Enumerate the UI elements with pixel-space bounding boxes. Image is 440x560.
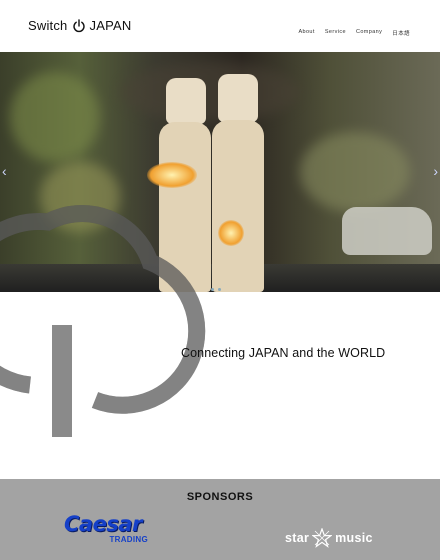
caesar-logo-sub: TRADING	[109, 535, 148, 544]
bulb-glow	[147, 162, 197, 188]
slider-next-arrow[interactable]: ›	[424, 164, 438, 178]
hero-bokeh	[40, 162, 120, 232]
logo-text-left: Switch	[28, 18, 68, 33]
hero-bokeh	[120, 62, 300, 122]
lamp-figure-left-body	[159, 122, 211, 292]
hero-slider: ‹ ›	[0, 52, 440, 292]
hero-bokeh	[300, 132, 410, 212]
sponsors-heading: SPONSORS	[186, 491, 254, 503]
hero-car	[342, 207, 432, 255]
slider-dots[interactable]	[211, 288, 221, 291]
nav-company[interactable]: Company	[356, 29, 382, 37]
site-header: Switch JAPAN About Service Company 日本語	[0, 0, 440, 52]
star-icon	[312, 528, 333, 548]
starmusic-right: music	[335, 531, 373, 545]
slider-prev-arrow[interactable]: ‹	[2, 164, 16, 178]
nav-about[interactable]: About	[298, 29, 314, 37]
bulb-glow	[218, 220, 244, 246]
main-nav: About Service Company 日本語	[298, 29, 410, 37]
sponsors-section: SPONSORS Caesar TRADING	[0, 479, 440, 560]
caesar-trading-logo[interactable]: Caesar TRADING	[64, 512, 156, 546]
nav-japanese[interactable]: 日本語	[392, 29, 410, 37]
nav-service[interactable]: Service	[325, 29, 346, 37]
site-logo[interactable]: Switch JAPAN	[28, 18, 131, 33]
power-icon	[72, 18, 85, 32]
starmusic-logo[interactable]: star music	[285, 528, 373, 548]
logo-text-right: JAPAN	[89, 18, 132, 33]
starmusic-left: star	[285, 531, 310, 545]
lamp-figure-right	[218, 74, 258, 122]
lamp-figure-right-body	[212, 120, 264, 292]
lamp-figure-left	[166, 78, 206, 124]
caesar-logo-name: Caesar	[64, 512, 142, 536]
hero-bokeh	[10, 72, 100, 162]
tagline: Connecting JAPAN and the WORLD	[181, 346, 386, 360]
